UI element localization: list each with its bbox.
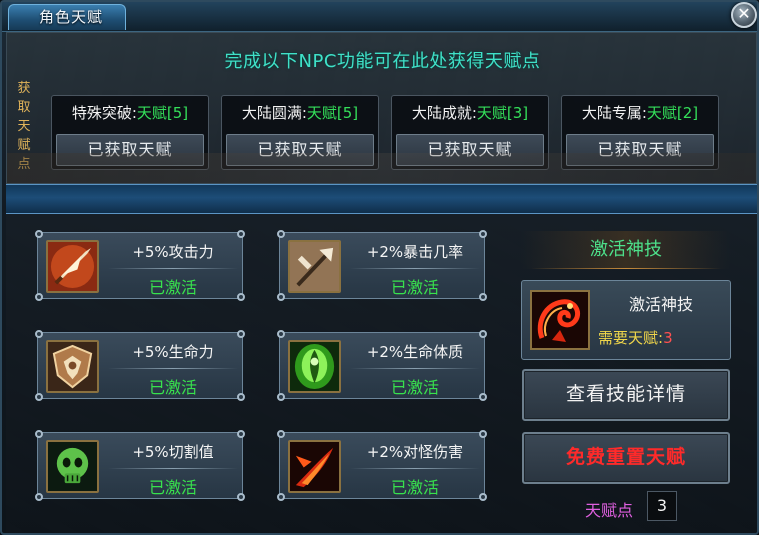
shield-emblem-icon (46, 340, 99, 393)
divine-skill-card[interactable]: 激活神技 需要天赋:3 (521, 280, 731, 360)
side-label-char: 取 (17, 100, 31, 115)
acquire-header: 完成以下NPC功能可在此处获得天赋点 (224, 51, 541, 72)
talent-status: 已激活 (148, 378, 197, 397)
source-name: 特殊突破: (71, 104, 137, 122)
view-skill-details-button[interactable]: 查看技能详情 (522, 369, 730, 421)
talent-card-crit[interactable]: +2%暴击几率 已激活 (277, 230, 487, 301)
fire-dragon-icon (530, 290, 590, 350)
requirement-value: 3 (663, 329, 673, 347)
source-reward: 天赋[5] (306, 104, 359, 122)
talent-card-vitality[interactable]: +5%生命力 已激活 (35, 330, 245, 401)
talent-status: 已激活 (390, 478, 439, 497)
side-label-char: 获 (17, 81, 31, 96)
acquired-talent-button[interactable]: 已获取天赋 (56, 134, 204, 166)
acquire-points-panel: 完成以下NPC功能可在此处获得天赋点 获 取 天 赋 点 特殊突破:天赋[5] … (6, 32, 757, 184)
green-aura-icon (288, 340, 341, 393)
source-card-continent-exclusive: 大陆专属:天赋[2] 已获取天赋 (561, 95, 719, 170)
window-title: 角色天赋 (8, 4, 126, 30)
acquired-talent-button[interactable]: 已获取天赋 (566, 134, 714, 166)
divine-skill-requirement: 需要天赋:3 (598, 327, 673, 348)
divine-skill-name: 激活神技 (628, 295, 693, 314)
source-name: 大陆成就: (411, 104, 477, 122)
source-card-special-breakthrough: 特殊突破:天赋[5] 已获取天赋 (51, 95, 209, 170)
green-skull-icon (46, 440, 99, 493)
talent-card-constitution[interactable]: +2%生命体质 已激活 (277, 330, 487, 401)
talent-status: 已激活 (390, 278, 439, 297)
fire-slash-icon (288, 440, 341, 493)
talent-effect: +5%切割值 (132, 443, 214, 461)
talent-effect: +2%对怪伤害 (366, 443, 464, 461)
talent-card-cut[interactable]: +5%切割值 已激活 (35, 430, 245, 501)
side-label-char: 天 (17, 119, 31, 134)
source-name: 大陆专属: (581, 104, 647, 122)
source-name: 大陆圆满: (241, 104, 307, 122)
talent-effect: +2%生命体质 (366, 343, 464, 361)
source-card-continent-achievement: 大陆成就:天赋[3] 已获取天赋 (391, 95, 549, 170)
talent-effect: +2%暴击几率 (366, 243, 464, 261)
requirement-label: 需要天赋: (598, 329, 664, 347)
crossed-axe-icon (288, 240, 341, 293)
source-card-continent-complete: 大陆圆满:天赋[5] 已获取天赋 (221, 95, 379, 170)
source-reward: 天赋[3] (476, 104, 529, 122)
talent-card-attack[interactable]: +5%攻击力 已激活 (35, 230, 245, 301)
titlebar[interactable]: 角色天赋 ✕ (2, 2, 757, 32)
acquire-side-label: 获 取 天 赋 点 (15, 79, 33, 174)
acquired-talent-button[interactable]: 已获取天赋 (396, 134, 544, 166)
source-reward: 天赋[5] (136, 104, 189, 122)
divine-skill-header: 激活神技 (521, 231, 731, 269)
talent-effect: +5%攻击力 (132, 243, 214, 261)
section-divider (6, 184, 757, 214)
talent-status: 已激活 (148, 278, 197, 297)
spear-tip-icon (46, 240, 99, 293)
talent-points-label: 天赋点 (585, 501, 634, 520)
talent-status: 已激活 (148, 478, 197, 497)
close-button[interactable]: ✕ (731, 2, 757, 28)
side-label-char: 点 (17, 157, 31, 172)
source-reward: 天赋[2] (646, 104, 699, 122)
side-label-char: 赋 (17, 138, 31, 153)
free-reset-talent-button[interactable]: 免费重置天赋 (522, 432, 730, 484)
talent-window: 角色天赋 ✕ 完成以下NPC功能可在此处获得天赋点 获 取 天 赋 点 特殊突破… (0, 0, 759, 535)
talent-status: 已激活 (390, 378, 439, 397)
acquired-talent-button[interactable]: 已获取天赋 (226, 134, 374, 166)
talent-card-monster-damage[interactable]: +2%对怪伤害 已激活 (277, 430, 487, 501)
talent-effect: +5%生命力 (132, 343, 214, 361)
talent-points-value: 3 (647, 491, 677, 521)
